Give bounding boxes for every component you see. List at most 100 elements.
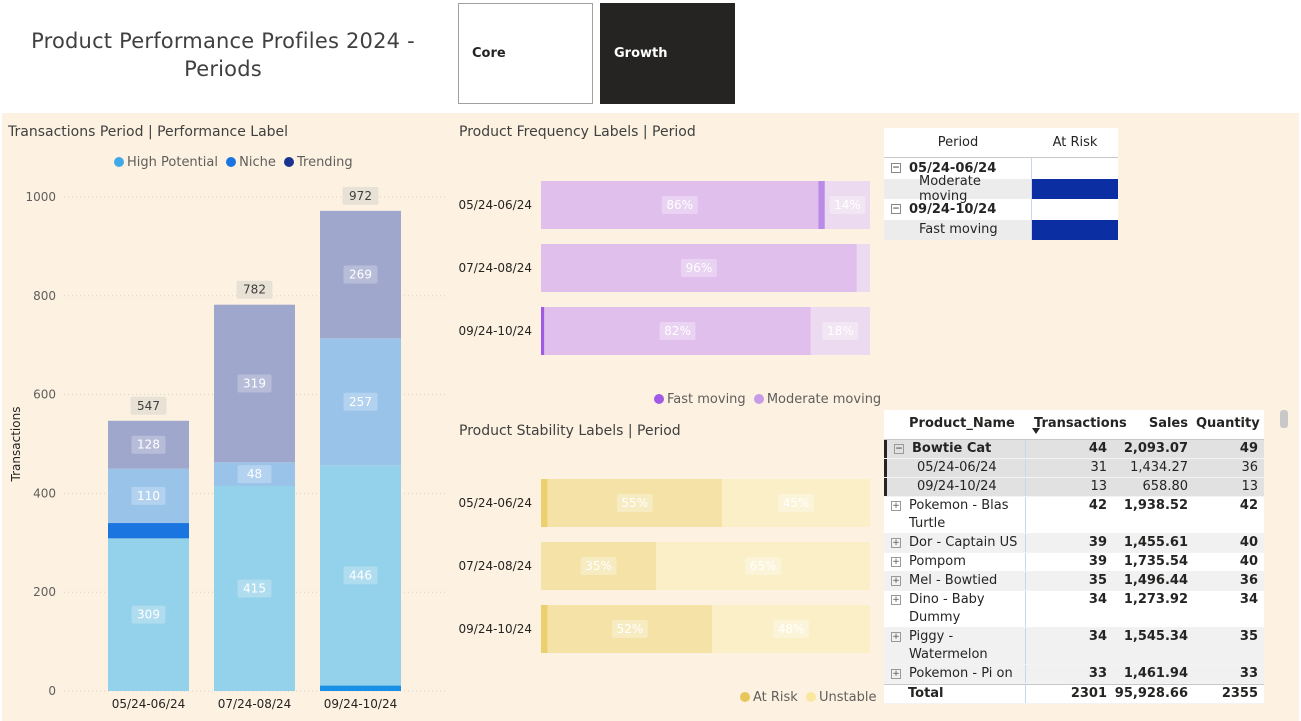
y-tick-label: 200: [33, 585, 56, 599]
category-label: 05/24-06/24: [459, 496, 533, 510]
category-label: 09/24-10/24: [459, 324, 533, 338]
cell-product-name: + Mel - Bowtied: [884, 572, 1026, 590]
product-name-text: Pokemon - Pi on: [909, 666, 1013, 681]
product-name-text: Pompom: [909, 554, 966, 569]
table-row[interactable]: + Pokemon - Pi on 33 1,461.94 33: [884, 665, 1264, 684]
cell-sales: 2,093.07: [1123, 441, 1188, 456]
expand-icon[interactable]: +: [891, 557, 901, 567]
expand-icon[interactable]: +: [891, 595, 901, 605]
matrix-col-at-risk[interactable]: At Risk: [1032, 135, 1118, 150]
expand-icon[interactable]: +: [891, 501, 901, 511]
table-subrow[interactable]: 05/24-06/24 31 1,434.27 36: [884, 459, 1264, 478]
collapse-icon[interactable]: −: [894, 444, 904, 454]
page-title-line2: Periods: [184, 57, 262, 81]
product-name-text: Dor - Captain US: [909, 535, 1018, 550]
col-product-name[interactable]: Product_Name: [884, 415, 1026, 433]
collapse-icon[interactable]: −: [891, 163, 901, 174]
table-row[interactable]: + Mel - Bowtied 35 1,496.44 36: [884, 572, 1264, 591]
y-tick-label: 0: [48, 684, 56, 698]
legend-item-at-risk[interactable]: At Risk: [740, 690, 798, 705]
total-quantity: 2355: [1221, 686, 1258, 701]
data-label: 128: [137, 438, 160, 452]
bar-segment[interactable]: [541, 605, 548, 653]
frequency-stacked-bar-chart[interactable]: 05/24-06/24 86% 14% 07/24-08/24 96% 09/24-10/…: [450, 170, 880, 370]
x-tick-label: 09/24-10/24: [324, 697, 398, 711]
cell-transactions: 39: [1088, 554, 1107, 569]
column-segment[interactable]: [320, 685, 401, 691]
legend-label: At Risk: [753, 690, 798, 705]
table-row[interactable]: − Bowtie Cat 44 2,093.07 49: [884, 440, 1264, 459]
legend-label: Trending: [296, 155, 353, 170]
cell-sales: 1,496.44: [1123, 573, 1188, 588]
cell-product-name: + Piggy - Watermelon: [884, 628, 1026, 664]
legend-label: Moderate moving: [766, 392, 882, 407]
stability-stacked-bar-chart[interactable]: 05/24-06/24 55% 45% 07/24-08/24 35% 65% 09/24-…: [450, 468, 880, 668]
matrix-group-row[interactable]: −09/24-10/24: [884, 199, 1118, 220]
growth-segment-button[interactable]: Growth: [600, 3, 735, 104]
cell-sales: 1,273.92: [1123, 592, 1188, 607]
table-total-row: Total 2301 95,928.66 2355: [884, 684, 1264, 704]
data-label: 86%: [666, 198, 693, 212]
cell-quantity: 40: [1239, 535, 1258, 550]
legend-item-fast-moving[interactable]: Fast moving: [654, 392, 746, 407]
table-subrow[interactable]: 09/24-10/24 13 658.80 13: [884, 478, 1264, 497]
col-sales[interactable]: Sales: [1114, 415, 1196, 433]
legend-dot-icon: [283, 157, 294, 167]
legend-item-niche[interactable]: Niche: [226, 155, 276, 170]
cell-quantity: 35: [1239, 629, 1258, 644]
category-label: 09/24-10/24: [459, 622, 533, 636]
table-row[interactable]: + Pompom 39 1,735.54 40: [884, 553, 1264, 572]
matrix-child-row[interactable]: Fast moving: [884, 219, 1118, 240]
collapse-icon[interactable]: −: [891, 204, 901, 215]
table-row[interactable]: + Pokemon - Blas Turtle 42 1,938.52 42: [884, 497, 1264, 534]
at-risk-matrix[interactable]: Period At Risk −05/24-06/24 Moderate mov…: [884, 128, 1118, 240]
cell-transactions: 35: [1088, 573, 1107, 588]
bar-segment[interactable]: [818, 181, 825, 229]
legend-label: High Potential: [127, 155, 218, 170]
data-label: 415: [243, 581, 266, 595]
bar-segment[interactable]: [541, 307, 545, 355]
y-tick-label: 400: [33, 486, 56, 500]
table-header: Product_Name Transactions Sales Quantity: [884, 410, 1264, 440]
cell-product-name: + Dor - Captain US: [884, 534, 1026, 552]
column-segment[interactable]: [108, 523, 189, 539]
matrix-child-label: Fast moving: [884, 219, 1032, 240]
matrix-col-period[interactable]: Period: [884, 135, 1032, 150]
legend-item-high-potential[interactable]: High Potential: [114, 155, 218, 170]
legend-label: Unstable: [818, 690, 877, 705]
legend-item-trending[interactable]: Trending: [283, 155, 353, 170]
product-table[interactable]: Product_Name Transactions Sales Quantity…: [884, 410, 1264, 704]
expand-icon[interactable]: +: [891, 576, 901, 586]
data-label: 319: [243, 376, 266, 390]
y-axis-title: Transactions: [9, 407, 23, 483]
table-scrollbar[interactable]: [1280, 410, 1288, 428]
product-name-text: 09/24-10/24: [917, 479, 997, 494]
legend-item-unstable[interactable]: Unstable: [805, 690, 877, 705]
matrix-cell-filled: [1032, 219, 1118, 240]
bar-segment[interactable]: [856, 244, 870, 292]
legend-dot-icon: [114, 157, 124, 167]
data-label: 48%: [778, 622, 805, 636]
table-row[interactable]: + Piggy - Watermelon 34 1,545.34 35: [884, 628, 1264, 665]
stability-chart-legend: At Risk Unstable: [740, 690, 880, 705]
expand-icon[interactable]: +: [891, 669, 901, 679]
bar-segment[interactable]: [541, 479, 548, 527]
category-label: 07/24-08/24: [459, 261, 533, 275]
transactions-stacked-column-chart[interactable]: Transactions 0 200 400 600 800 1000 309 110 128 54…: [0, 175, 450, 721]
table-row[interactable]: + Dor - Captain US 39 1,455.61 40: [884, 534, 1264, 553]
cell-quantity: 34: [1239, 592, 1258, 607]
legend-dot-icon: [740, 692, 750, 702]
table-row[interactable]: + Dino - Baby Dummy 34 1,273.92 34: [884, 591, 1264, 628]
data-label: 309: [137, 608, 160, 622]
expand-icon[interactable]: +: [891, 538, 901, 548]
cell-product-name: + Dino - Baby Dummy: [884, 591, 1026, 627]
data-label: 48: [247, 467, 262, 481]
sort-descending-icon[interactable]: [1032, 428, 1040, 434]
cell-transactions: 34: [1088, 592, 1107, 607]
core-segment-button[interactable]: Core: [458, 3, 593, 104]
matrix-child-row[interactable]: Moderate moving: [884, 174, 1118, 204]
expand-icon[interactable]: +: [891, 632, 901, 642]
total-sales: 95,928.66: [1114, 686, 1188, 701]
col-quantity[interactable]: Quantity: [1196, 415, 1264, 433]
legend-item-moderate-moving[interactable]: Moderate moving: [753, 392, 882, 407]
